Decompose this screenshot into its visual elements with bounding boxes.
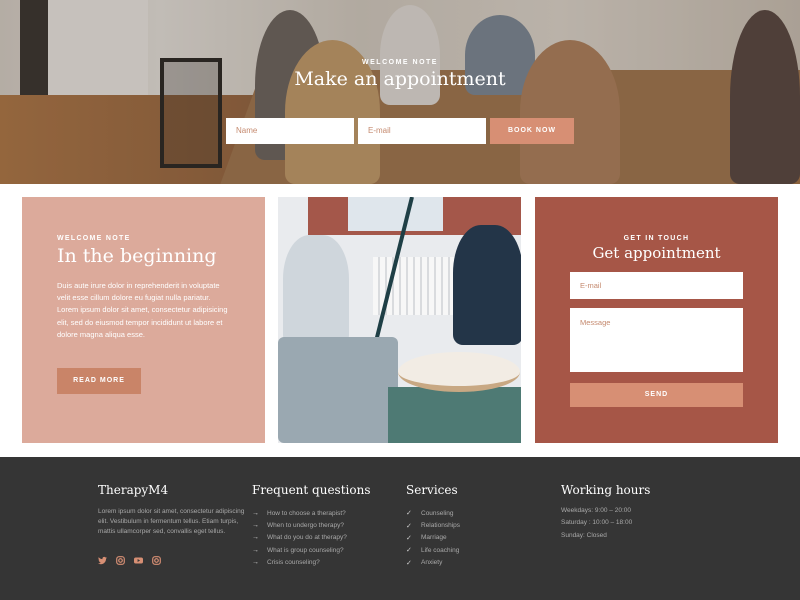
send-button[interactable]: SEND (570, 383, 743, 407)
instagram-icon[interactable] (152, 552, 161, 566)
service-item[interactable]: ✓ Relationships (406, 519, 460, 531)
service-item-label: Counseling (421, 509, 454, 517)
arrow-right-icon: → (252, 509, 259, 517)
hours-title: Working hours (561, 483, 651, 497)
photo-rug (388, 387, 521, 443)
book-now-button[interactable]: BOOK NOW (490, 118, 574, 144)
faq-item-label: Crisis counseling? (267, 559, 320, 567)
hero-title: Make an appointment (294, 68, 506, 90)
service-item-label: Anxiety (421, 559, 443, 567)
arrow-right-icon: → (252, 522, 259, 530)
hero-name-field[interactable]: Name (226, 118, 354, 144)
brand-text: Lorem ipsum dolor sit amet, consectetur … (98, 508, 245, 535)
faq-item[interactable]: → What is group counseling? (252, 544, 370, 556)
checkmark-icon: ✓ (406, 510, 412, 518)
twitter-icon[interactable] (98, 552, 107, 565)
intro-title: In the beginning (57, 245, 217, 267)
faq-item[interactable]: → How to choose a therapist? (252, 507, 370, 519)
footer-brand: TherapyM4 Lorem ipsum dolor sit amet, co… (98, 483, 248, 566)
faq-item-label: What is group counseling? (267, 546, 344, 554)
service-item[interactable]: ✓ Anxiety (406, 557, 460, 569)
youtube-icon[interactable] (134, 552, 143, 564)
service-item[interactable]: ✓ Counseling (406, 507, 460, 519)
checkmark-icon: ✓ (406, 547, 412, 555)
photo-sofa (278, 337, 398, 443)
faq-item[interactable]: → Crisis counseling? (252, 557, 370, 569)
hero-email-field[interactable]: E-mail (358, 118, 486, 144)
arrow-right-icon: → (252, 559, 259, 567)
hero-kicker: WELCOME NOTE (362, 59, 438, 66)
checkmark-icon: ✓ (406, 522, 412, 530)
contact-kicker: GET IN TOUCH (623, 235, 690, 242)
faq-item-label: What do you do at therapy? (267, 534, 347, 542)
services-title: Services (406, 483, 458, 497)
service-item[interactable]: ✓ Life coaching (406, 544, 460, 556)
photo-window (348, 197, 443, 231)
footer-services: Services ✓ Counseling ✓ Relationships ✓ Mar… (406, 483, 460, 569)
arrow-right-icon: → (252, 534, 259, 542)
hours-line: Sunday: Closed (561, 531, 607, 539)
service-item-label: Life coaching (421, 546, 460, 554)
therapy-session-photo (278, 197, 521, 443)
checkmark-icon: ✓ (406, 559, 412, 567)
service-item-label: Relationships (421, 522, 461, 530)
footer: TherapyM4 Lorem ipsum dolor sit amet, co… (0, 457, 800, 600)
checkmark-icon: ✓ (406, 534, 412, 542)
hours-line: Weekdays: 9:00 – 20:00 (561, 507, 631, 514)
contact-email-field[interactable]: E-mail (570, 272, 743, 299)
service-item-label: Marriage (421, 534, 447, 542)
read-more-button[interactable]: READ MORE (57, 368, 141, 394)
footer-faq: Frequent questions → How to choose a ther… (252, 483, 370, 569)
hours-line: Saturday : 10:00 – 18:00 (561, 519, 633, 527)
contact-message-field[interactable]: Message (570, 308, 743, 372)
faq-item-label: How to choose a therapist? (267, 509, 346, 517)
faq-item[interactable]: → When to undergo therapy? (252, 519, 370, 531)
faq-item[interactable]: → What do you do at therapy? (252, 532, 370, 544)
hero-overlay (0, 0, 800, 184)
service-item[interactable]: ✓ Marriage (406, 532, 460, 544)
contact-card: GET IN TOUCH Get appointment E-mail Mess… (535, 197, 778, 443)
hero-section: WELCOME NOTE Make an appointment Name E-… (0, 0, 800, 184)
intro-kicker: WELCOME NOTE (57, 235, 131, 242)
intro-body: Duis aute irure dolor in reprehenderit i… (57, 281, 228, 339)
faq-title: Frequent questions (252, 483, 371, 497)
brand-name: TherapyM4 (98, 483, 169, 497)
photo-coffee-table (398, 352, 520, 392)
contact-title: Get appointment (592, 244, 721, 262)
arrow-right-icon: → (252, 546, 259, 554)
social-links (98, 552, 248, 566)
footer-hours: Working hours Weekdays: 9:00 – 20:00 Sat… (561, 483, 650, 544)
instagram-icon[interactable] (116, 552, 125, 566)
intro-card: WELCOME NOTE In the beginning Duis aute … (22, 197, 265, 443)
faq-item-label: When to undergo therapy? (267, 522, 344, 530)
photo-person-left (283, 235, 349, 345)
photo-person-right (453, 225, 521, 345)
